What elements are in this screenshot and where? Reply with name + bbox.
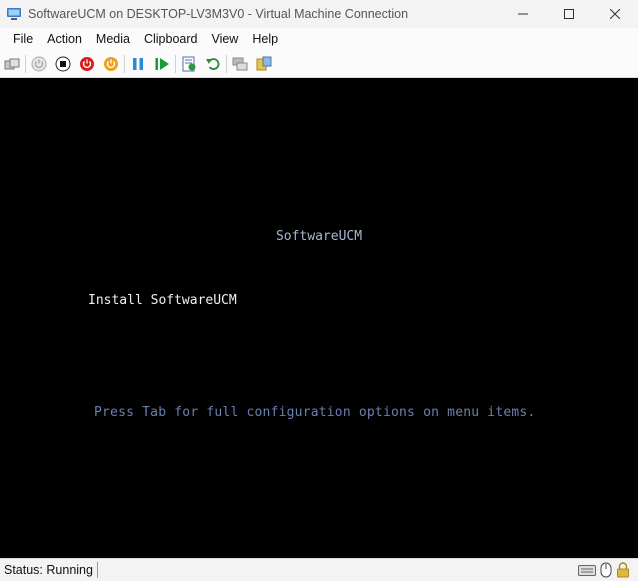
maximize-button[interactable] [546,0,592,28]
toolbar-separator [124,54,125,73]
pause-icon [133,57,143,70]
mouse-icon [600,562,612,578]
share-button[interactable] [252,53,276,75]
revert-icon [206,57,220,70]
menu-view[interactable]: View [204,28,245,50]
close-icon [610,9,620,19]
toolbar-separator [25,54,26,73]
vm-screen[interactable]: SoftwareUCM Install SoftwareUCM Press Ta… [0,78,638,558]
share-icon [256,56,272,70]
toolbar-separator [226,54,227,73]
minimize-button[interactable] [500,0,546,28]
save-button[interactable] [99,53,123,75]
status-bar: Status: Running [0,558,638,581]
close-button[interactable] [592,0,638,28]
reset-button[interactable] [150,53,174,75]
start-button[interactable] [27,53,51,75]
menu-clipboard[interactable]: Clipboard [137,28,205,50]
ctrl-alt-del-icon [4,58,20,69]
toolbar-separator [175,54,176,73]
save-icon [104,56,118,71]
maximize-icon [564,9,574,19]
boot-menu-title: SoftwareUCM [275,229,363,244]
revert-button[interactable] [201,53,225,75]
checkpoint-icon [182,56,196,71]
lock-icon [617,562,629,578]
turn-off-button[interactable] [51,53,75,75]
turn-off-icon [55,56,71,71]
window-title: SoftwareUCM on DESKTOP-LV3M3V0 - Virtual… [28,7,409,21]
menu-help[interactable]: Help [245,28,285,50]
shut-down-icon [80,56,94,71]
status-text: Status: Running [0,562,98,578]
menu-media[interactable]: Media [89,28,137,50]
ctrl-alt-del-button[interactable] [0,53,24,75]
enhanced-session-icon [232,57,248,70]
reset-icon [155,57,169,70]
status-icons [578,562,630,578]
boot-menu-entry: Install SoftwareUCM [88,293,237,308]
boot-menu-hint: Press Tab for full configuration options… [94,405,536,420]
menu-file[interactable]: File [0,28,40,50]
window-controls [500,0,638,28]
checkpoint-button[interactable] [177,53,201,75]
vm-connection-icon [7,8,21,20]
enhanced-session-button[interactable] [228,53,252,75]
title-bar: SoftwareUCM on DESKTOP-LV3M3V0 - Virtual… [0,0,638,28]
pause-button[interactable] [126,53,150,75]
minimize-icon [518,13,528,15]
toolbar [0,50,638,78]
start-icon [31,56,47,71]
menu-bar: File Action Media Clipboard View Help [0,28,638,50]
keyboard-icon [578,565,596,576]
menu-action[interactable]: Action [40,28,89,50]
shut-down-button[interactable] [75,53,99,75]
